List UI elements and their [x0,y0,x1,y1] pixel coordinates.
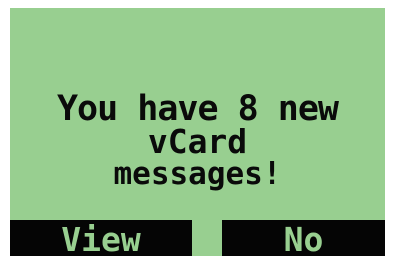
phone-display: You have 8 new vCard messages! [10,8,385,256]
message-line-1: You have 8 new [56,89,339,129]
notification-message: You have 8 new vCard messages! [10,92,385,191]
message-line-3: messages! [113,156,282,192]
message-line-2: vCard [147,122,248,161]
view-softkey[interactable]: View [10,220,192,259]
no-softkey[interactable]: No [222,220,385,259]
